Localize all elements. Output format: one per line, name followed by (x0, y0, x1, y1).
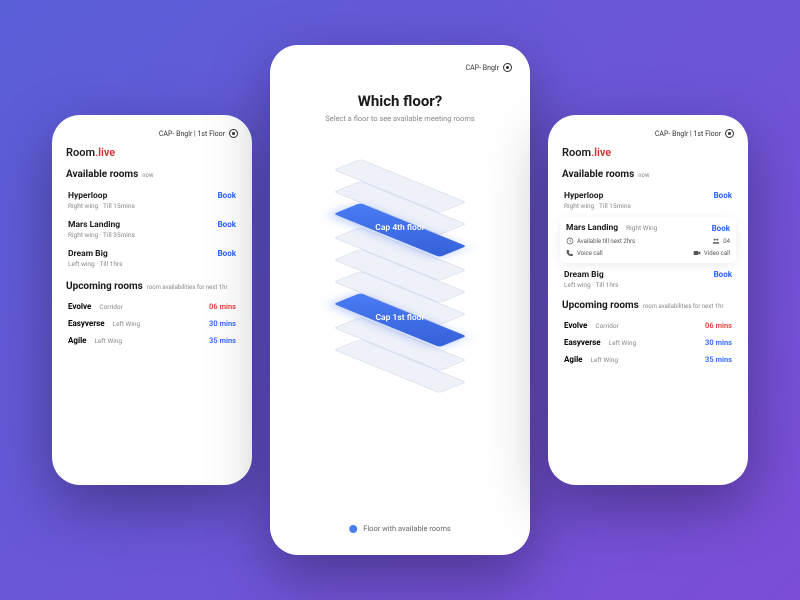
section-subtitle-text: room availabilities for next 1hr (643, 303, 724, 310)
upcoming-loc: Corridor (99, 303, 123, 311)
room-row[interactable]: Dream Big Left wing · Till 1hrs Book (562, 265, 734, 294)
page-subtitle: Select a floor to see available meeting … (288, 114, 512, 123)
room-name: Dream Big (68, 249, 122, 259)
video-call-item[interactable]: Video call (693, 249, 730, 257)
location-bar[interactable]: CAP- Bnglr (288, 63, 512, 72)
available-rooms-heading: Available rooms now (562, 169, 734, 180)
upcoming-row[interactable]: Agile Left Wing 35 mins (562, 351, 734, 368)
upcoming-loc: Corridor (595, 322, 619, 330)
room-row[interactable]: Hyperloop Right wing · Till 15mins Book (562, 186, 734, 215)
room-meta: Right wing · Till 15mins (564, 202, 631, 210)
room-row[interactable]: Dream Big Left wing · Till 1hrs Book (66, 244, 238, 273)
brand-live: .live (591, 146, 611, 159)
phone-screen-right: CAP- Bnglr | 1st Floor Room.live Availab… (548, 115, 748, 485)
room-meta: Right wing · Till 15mins (68, 202, 135, 210)
upcoming-name: Evolve (564, 321, 587, 330)
location-text: CAP- Bnglr | 1st Floor (159, 130, 225, 138)
room-name: Mars Landing (566, 223, 618, 233)
room-row[interactable]: Hyperloop Right wing · Till 15mins Book (66, 186, 238, 215)
people-icon (712, 237, 720, 245)
room-meta: Left wing · Till 1hrs (564, 281, 618, 289)
upcoming-time: 06 mins (209, 302, 236, 311)
upcoming-loc: Left Wing (95, 337, 123, 345)
upcoming-loc: Left Wing (609, 339, 637, 347)
room-name: Hyperloop (68, 191, 135, 201)
section-subtitle-text: now (638, 172, 649, 179)
upcoming-row[interactable]: Evolve Corridor 06 mins (562, 317, 734, 334)
room-name: Hyperloop (564, 191, 631, 201)
location-text: CAP- Bnglr (466, 64, 499, 72)
upcoming-rooms-heading: Upcoming rooms room availabilities for n… (66, 281, 238, 292)
book-button[interactable]: Book (218, 220, 236, 229)
availability-text: Available till next 2hrs (577, 238, 635, 245)
phone-screen-center: CAP- Bnglr Which floor? Select a floor t… (270, 45, 530, 555)
upcoming-time: 35 mins (705, 355, 732, 364)
brand-room: Room (562, 146, 591, 159)
location-bar[interactable]: CAP- Bnglr | 1st Floor (66, 129, 238, 138)
upcoming-rooms-heading: Upcoming rooms room availabilities for n… (562, 300, 734, 311)
upcoming-name: Agile (68, 336, 87, 345)
target-icon (229, 129, 238, 138)
floor-stack: Cap 4th floor Cap 1st floor (288, 137, 512, 397)
page-title: Which floor? (288, 92, 512, 110)
availability-item: Available till next 2hrs (566, 237, 635, 245)
section-title-text: Upcoming rooms (562, 300, 639, 311)
upcoming-time: 30 mins (705, 338, 732, 347)
upcoming-name: Agile (564, 355, 583, 364)
legend-dot-icon (349, 525, 357, 533)
room-wing: Right Wing (626, 224, 657, 232)
upcoming-loc: Left Wing (591, 356, 619, 364)
upcoming-loc: Left Wing (113, 320, 141, 328)
room-name: Dream Big (564, 270, 618, 280)
room-row-expanded[interactable]: Mars Landing Right Wing Book Available t… (560, 217, 736, 263)
upcoming-time: 30 mins (209, 319, 236, 328)
target-icon (725, 129, 734, 138)
upcoming-row[interactable]: Easyverse Left Wing 30 mins (562, 334, 734, 351)
upcoming-name: Easyverse (564, 338, 601, 347)
target-icon (503, 63, 512, 72)
book-button[interactable]: Book (218, 249, 236, 258)
clock-icon (566, 237, 574, 245)
room-name: Mars Landing (68, 220, 135, 230)
section-title-text: Available rooms (66, 169, 138, 180)
available-rooms-heading: Available rooms now (66, 169, 238, 180)
phone-screen-left: CAP- Bnglr | 1st Floor Room.live Availab… (52, 115, 252, 485)
book-button[interactable]: Book (218, 191, 236, 200)
video-icon (693, 249, 701, 257)
capacity-item: 04 (712, 237, 730, 245)
upcoming-name: Easyverse (68, 319, 105, 328)
location-bar[interactable]: CAP- Bnglr | 1st Floor (562, 129, 734, 138)
phone-icon (566, 249, 574, 257)
legend-text: Floor with available rooms (363, 524, 451, 533)
book-button[interactable]: Book (714, 191, 732, 200)
voice-call-item[interactable]: Voice call (566, 249, 603, 257)
video-call-text: Video call (704, 250, 730, 257)
upcoming-row[interactable]: Agile Left Wing 35 mins (66, 332, 238, 349)
room-row[interactable]: Mars Landing Right wing · Till 35mins Bo… (66, 215, 238, 244)
brand-room: Room (66, 146, 95, 159)
brand-logo: Room.live (66, 146, 238, 159)
section-title-text: Upcoming rooms (66, 281, 143, 292)
brand-live: .live (95, 146, 115, 159)
legend: Floor with available rooms (349, 524, 451, 533)
book-button[interactable]: Book (714, 270, 732, 279)
upcoming-row[interactable]: Easyverse Left Wing 30 mins (66, 315, 238, 332)
brand-logo: Room.live (562, 146, 734, 159)
voice-call-text: Voice call (577, 250, 603, 257)
section-subtitle-text: room availabilities for next 1hr (147, 284, 228, 291)
location-text: CAP- Bnglr | 1st Floor (655, 130, 721, 138)
capacity-text: 04 (723, 238, 730, 245)
upcoming-row[interactable]: Evolve Corridor 06 mins (66, 298, 238, 315)
section-title-text: Available rooms (562, 169, 634, 180)
floor-picker-heading: Which floor? Select a floor to see avail… (288, 92, 512, 123)
room-meta: Right wing · Till 35mins (68, 231, 135, 239)
section-subtitle-text: now (142, 172, 153, 179)
book-button[interactable]: Book (712, 224, 730, 233)
upcoming-time: 06 mins (705, 321, 732, 330)
room-meta: Left wing · Till 1hrs (68, 260, 122, 268)
upcoming-time: 35 mins (209, 336, 236, 345)
upcoming-name: Evolve (68, 302, 91, 311)
